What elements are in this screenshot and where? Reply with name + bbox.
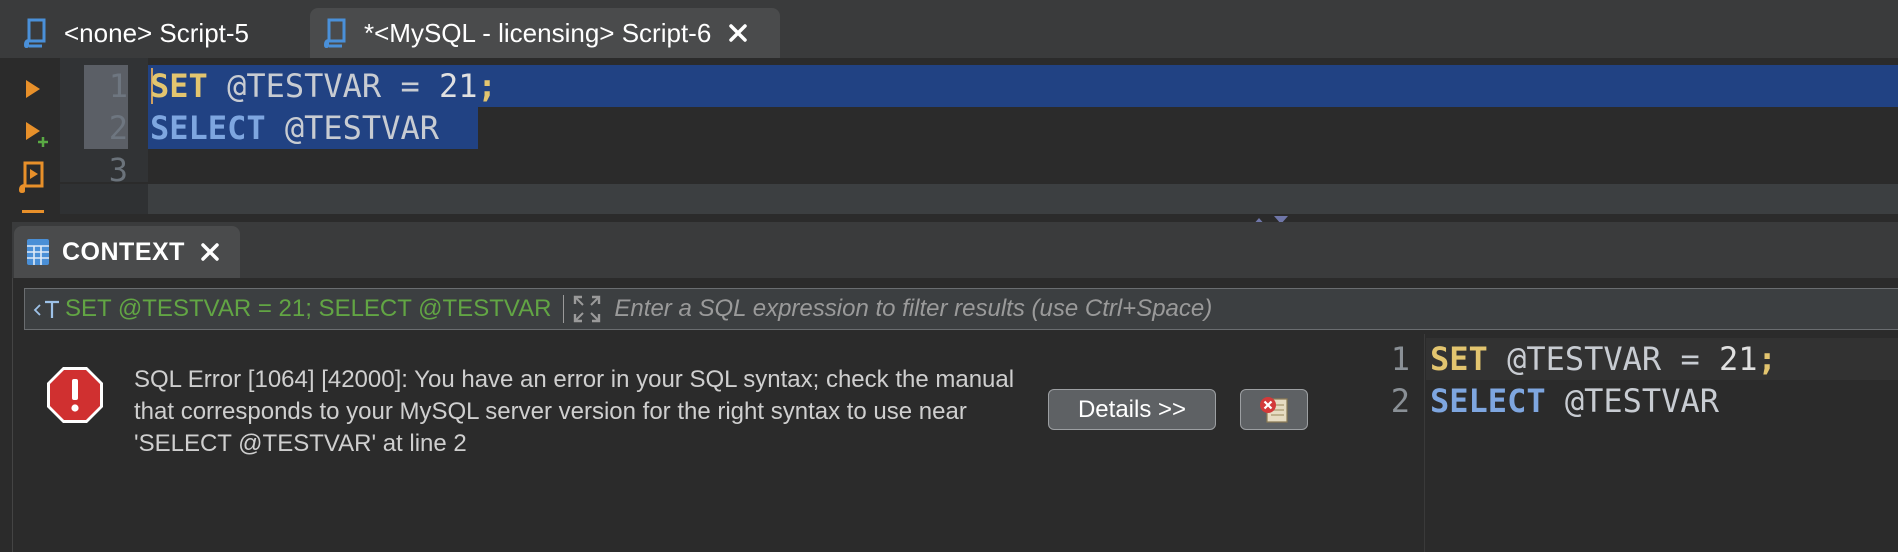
query-line-1: SET @TESTVAR = 21; bbox=[1430, 338, 1777, 380]
tab-label: *<MySQL - licensing> Script-6 bbox=[364, 17, 712, 48]
execute-statement-icon[interactable] bbox=[14, 72, 50, 106]
line-number: 1 bbox=[1390, 340, 1410, 378]
tab-context[interactable]: CONTEXT bbox=[14, 226, 240, 278]
execute-script-icon[interactable] bbox=[14, 160, 50, 194]
sql-script-icon bbox=[24, 18, 46, 48]
filter-input[interactable] bbox=[612, 290, 1898, 328]
toolbar-overflow-indicator bbox=[22, 210, 44, 213]
statement-terminator: ; bbox=[477, 67, 497, 105]
keyword: SELECT bbox=[1430, 382, 1546, 420]
expand-icon[interactable] bbox=[572, 294, 602, 324]
close-icon[interactable] bbox=[727, 22, 749, 44]
code-text: @TESTVAR bbox=[1545, 382, 1719, 420]
numeric-literal: 21 bbox=[1718, 340, 1758, 378]
keyword: SET bbox=[1430, 340, 1488, 378]
code-line-1[interactable]: SET @TESTVAR = 21; bbox=[150, 65, 497, 107]
sql-script-icon bbox=[324, 18, 346, 48]
close-icon[interactable] bbox=[199, 241, 221, 263]
code-line-2[interactable]: SELECT @TESTVAR bbox=[150, 107, 439, 149]
error-icon bbox=[47, 367, 103, 423]
line-number: 1 bbox=[84, 65, 128, 107]
line-number: 2 bbox=[84, 107, 128, 149]
grid-icon bbox=[27, 239, 49, 265]
code-text: @TESTVAR = bbox=[207, 67, 439, 105]
error-message: SQL Error [1064] [42000]: You have an er… bbox=[134, 366, 1015, 457]
sql-text-icon bbox=[33, 300, 59, 318]
filter-query-text: SET @TESTVAR = 21; SELECT @TESTVAR bbox=[65, 295, 552, 322]
divider bbox=[563, 295, 565, 323]
details-button[interactable]: Details >> bbox=[1048, 389, 1216, 430]
tab-script-6[interactable]: *<MySQL - licensing> Script-6 bbox=[310, 8, 780, 58]
tab-label: CONTEXT bbox=[62, 237, 185, 266]
error-log-icon bbox=[1260, 396, 1288, 423]
error-log-button[interactable] bbox=[1240, 389, 1308, 430]
line-number: 2 bbox=[1390, 382, 1410, 420]
query-line-2: SELECT @TESTVAR bbox=[1430, 380, 1719, 422]
statement-terminator: ; bbox=[1757, 340, 1777, 378]
numeric-literal: 21 bbox=[438, 67, 478, 105]
gutter-footer bbox=[60, 184, 148, 214]
keyword: SELECT bbox=[150, 109, 266, 147]
code-text: @TESTVAR = bbox=[1487, 340, 1719, 378]
results-tab-bar bbox=[12, 222, 1898, 278]
horizontal-scrollbar[interactable] bbox=[148, 184, 1898, 214]
execute-in-new-tab-icon[interactable] bbox=[14, 118, 50, 152]
code-text: @TESTVAR bbox=[265, 109, 439, 147]
filter-bar: SET @TESTVAR = 21; SELECT @TESTVAR bbox=[24, 288, 1898, 330]
keyword: SET bbox=[150, 67, 208, 105]
tab-script-5[interactable]: <none> Script-5 bbox=[0, 8, 310, 58]
tab-label: <none> Script-5 bbox=[64, 17, 250, 48]
